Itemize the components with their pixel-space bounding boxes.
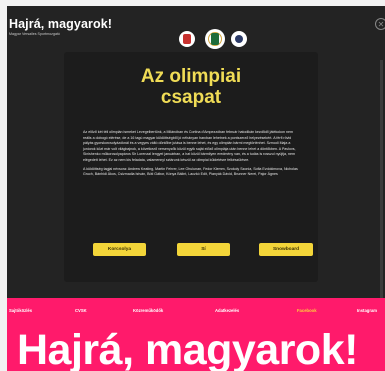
nav-item-kozremukodok[interactable]: Közreműködők	[133, 308, 163, 313]
modal-title-line1: Az olimpiai	[140, 66, 242, 87]
si-button[interactable]: Sí	[177, 243, 230, 256]
footer-nav: Sajtóközlés CVSK Közreműködők Adatkezelé…	[7, 308, 385, 318]
modal-paragraph: A küldöttség tagjai névsora: Andrew Keat…	[83, 166, 298, 177]
sport-buttons: Korcsolya Sí Snowboard	[78, 243, 313, 257]
site-subtitle: Magyar Versailes Sportmozgató	[9, 32, 60, 36]
korcsolya-button[interactable]: Korcsolya	[93, 243, 146, 256]
team-modal: Az olimpiai csapat Az előző két téli oli…	[64, 52, 318, 282]
nav-item-sajtokozles[interactable]: Sajtóközlés	[9, 308, 32, 313]
nav-item-cvsk[interactable]: CVSK	[75, 308, 87, 313]
nav-item-adatkezeles[interactable]: Adatkezelés	[215, 308, 239, 313]
close-icon[interactable]: ✕	[375, 18, 385, 30]
modal-paragraph: Az előző két téli olimpián ismeket Leveg…	[83, 130, 296, 162]
footer-banner: Sajtóközlés CVSK Közreműködők Adatkezelé…	[7, 298, 385, 371]
banner-title: Hajrá, magyarok!	[17, 326, 358, 371]
scrollbar[interactable]	[380, 60, 383, 330]
modal-title-line2: csapat	[160, 87, 222, 108]
team-crest-icon	[179, 31, 195, 47]
nav-item-instagram[interactable]: Instagram	[357, 308, 377, 313]
olympic-emblem-icon	[205, 29, 225, 49]
site-title[interactable]: Hajrá, magyarok!	[9, 17, 112, 31]
page-left-edge	[0, 0, 7, 371]
sponsor-logo-icon	[231, 31, 247, 47]
modal-title: Az olimpiai csapat	[64, 66, 318, 108]
nav-item-facebook[interactable]: Facebook	[297, 308, 317, 313]
modal-body: Az előző két téli olimpián ismeket Leveg…	[83, 130, 301, 181]
snowboard-button[interactable]: Snowboard	[259, 243, 313, 256]
app-window: Hajrá, magyarok! Magyar Versailes Sportm…	[0, 0, 385, 371]
